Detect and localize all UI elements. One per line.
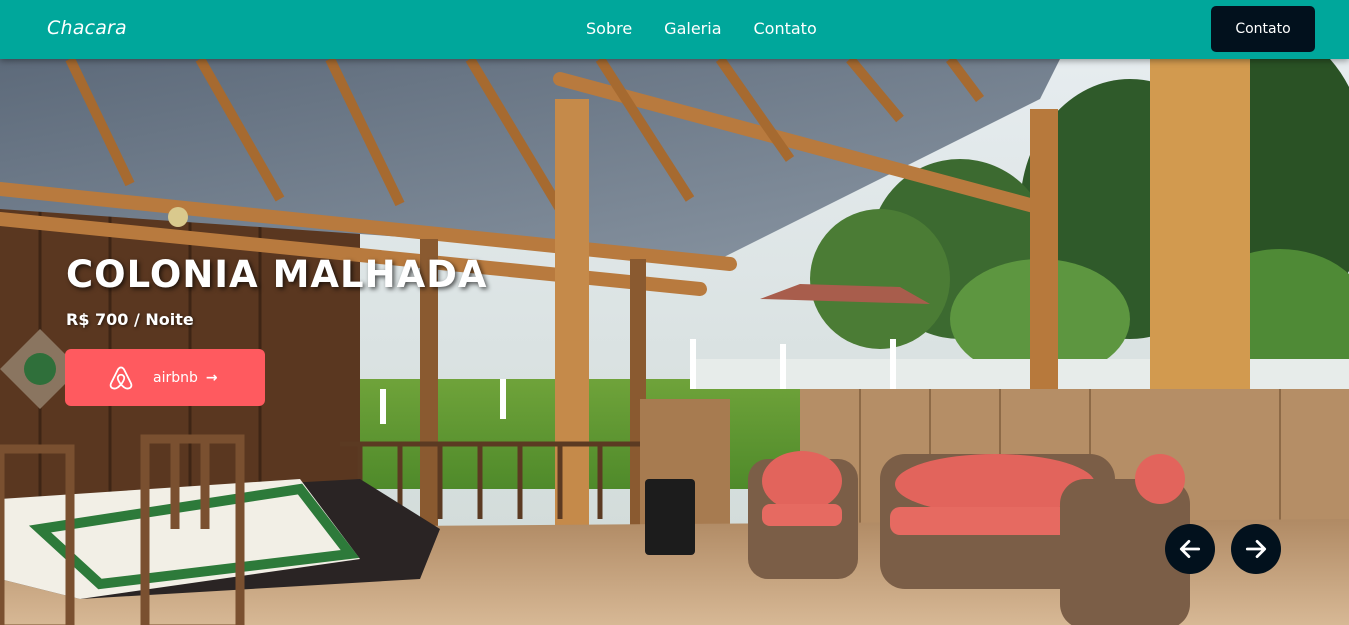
airbnb-logo-icon (109, 366, 133, 389)
arrow-right-icon: → (205, 369, 218, 386)
hero-carousel: COLONIA MALHADA R$ 700 / Noite airbnb → (0, 59, 1349, 625)
hero-title: COLONIA MALHADA (66, 253, 488, 296)
carousel-next-button[interactable] (1231, 524, 1281, 574)
nav-link-contato[interactable]: Contato (754, 19, 817, 38)
hero-background-image (0, 59, 1349, 625)
airbnb-button-label: airbnb (153, 369, 198, 386)
carousel-prev-button[interactable] (1165, 524, 1215, 574)
brand-logo[interactable]: Chacara (47, 17, 127, 39)
navbar: Chacara Sobre Galeria Contato Contato (0, 0, 1349, 59)
airbnb-button[interactable]: airbnb → (65, 349, 265, 406)
hero-price: R$ 700 / Noite (66, 310, 194, 329)
arrow-right-icon (1245, 540, 1267, 558)
nav-link-galeria[interactable]: Galeria (664, 19, 721, 38)
nav-link-sobre[interactable]: Sobre (586, 19, 632, 38)
nav-links: Sobre Galeria Contato (586, 19, 817, 38)
contact-button[interactable]: Contato (1211, 6, 1315, 52)
arrow-left-icon (1179, 540, 1201, 558)
